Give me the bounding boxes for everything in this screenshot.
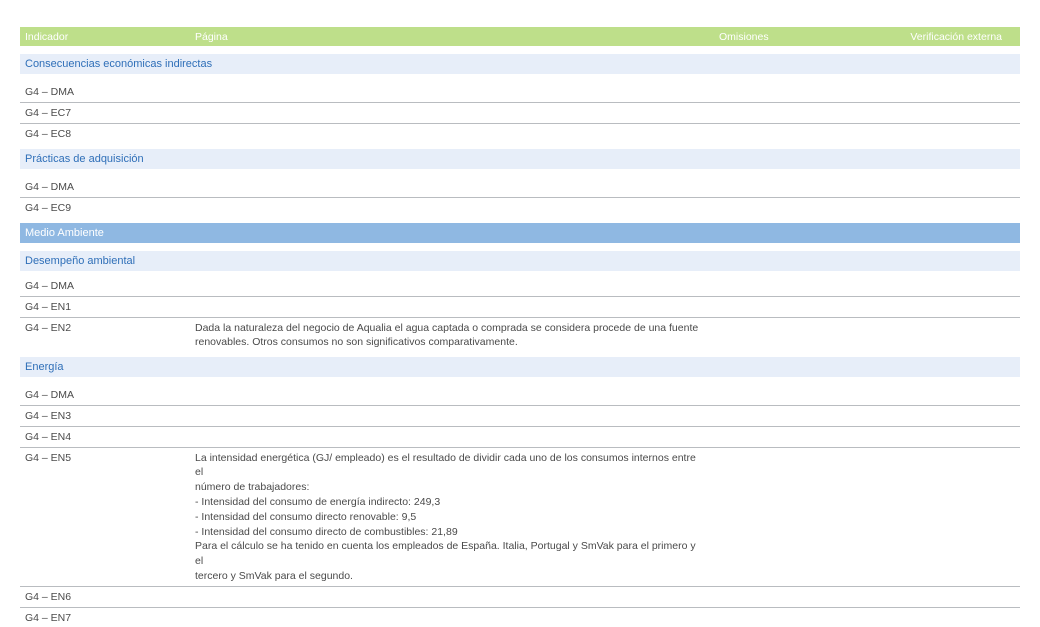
indicator-code: G4 – EC7 [25, 106, 72, 119]
section-title: Prácticas de adquisición [25, 153, 144, 166]
table-row: G4 – EC8 [20, 124, 1020, 144]
column-header-indicador: Indicador [25, 31, 69, 43]
table-row: G4 – EC9 [20, 198, 1020, 218]
table-row: G4 – DMA [20, 385, 1020, 406]
indicator-code: G4 – EN4 [25, 430, 72, 443]
indicator-code: G4 – DMA [25, 279, 75, 292]
section-desempeno-ambiental: Desempeño ambiental [20, 250, 1020, 271]
indicator-code: G4 – DMA [25, 181, 75, 194]
indicator-code: G4 – EN3 [25, 409, 72, 422]
indicator-code: G4 – DMA [25, 86, 75, 98]
column-header-omisiones: Omisiones [719, 31, 769, 43]
table-row: G4 – EN1 [20, 297, 1020, 318]
indicator-code: G4 – EN5 [25, 451, 72, 464]
page-text: La intensidad energética (GJ/ empleado) … [195, 451, 696, 582]
section-medio-ambiente: Medio Ambiente [20, 222, 1020, 243]
section-title: Consecuencias económicas indirectas [25, 58, 213, 70]
table-row: G4 – EC7 [20, 103, 1020, 124]
indicator-code: G4 – EC8 [25, 127, 72, 140]
indicator-code: G4 – EN2 [25, 321, 72, 334]
table-row: G4 – DMA [20, 276, 1020, 297]
column-header-verificacion: Verificación externa [910, 31, 1002, 43]
table-row: G4 – EN7 [20, 608, 1020, 627]
table-row: G4 – EN2 Dada la naturaleza del negocio … [20, 318, 1020, 353]
major-section-title: Medio Ambiente [25, 226, 104, 239]
page-text: Dada la naturaleza del negocio de Aquali… [195, 321, 699, 349]
table-row: G4 – DMA [20, 82, 1020, 103]
table-row: G4 – EN4 [20, 427, 1020, 448]
section-adquisicion: Prácticas de adquisición [20, 149, 1020, 170]
table-row: G4 – EN3 [20, 406, 1020, 427]
indicator-code: G4 – EN7 [25, 611, 72, 624]
indicator-code: G4 – EN6 [25, 590, 72, 603]
gri-index-table: Indicador Página Omisiones Verificación … [20, 27, 1020, 627]
indicator-code: G4 – EN1 [25, 300, 72, 313]
table-header: Indicador Página Omisiones Verificación … [20, 27, 1020, 46]
table-row: G4 – EN6 [20, 587, 1020, 608]
section-consecuencias: Consecuencias económicas indirectas [20, 54, 1020, 74]
indicator-code: G4 – DMA [25, 389, 75, 402]
section-energia: Energía [20, 357, 1020, 378]
column-header-pagina: Página [195, 31, 228, 43]
table-row: G4 – DMA [20, 177, 1020, 199]
section-title: Energía [25, 361, 64, 374]
indicator-code: G4 – EC9 [25, 202, 72, 215]
section-title: Desempeño ambiental [25, 254, 136, 267]
table-row: G4 – EN5 La intensidad energética (GJ/ e… [20, 448, 1020, 587]
